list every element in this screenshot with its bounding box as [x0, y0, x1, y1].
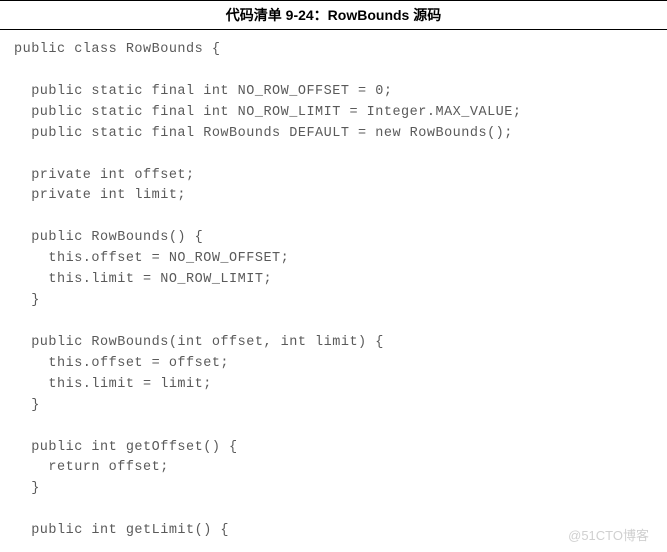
code-line: } — [14, 293, 40, 308]
code-line: this.limit = limit; — [14, 377, 212, 392]
listing-title: 代码清单 9-24：RowBounds 源码 — [0, 0, 667, 30]
code-line: this.offset = NO_ROW_OFFSET; — [14, 251, 289, 266]
code-line: this.offset = offset; — [14, 356, 229, 371]
code-line: public static final int NO_ROW_LIMIT = I… — [14, 105, 521, 120]
code-line: private int offset; — [14, 168, 195, 183]
code-line: private int limit; — [14, 188, 186, 203]
code-line: public int getLimit() { — [14, 523, 229, 538]
watermark: @51CTO博客 — [568, 525, 649, 544]
code-line: return offset; — [14, 460, 169, 475]
code-line: public static final int NO_ROW_OFFSET = … — [14, 84, 392, 99]
code-line: public class RowBounds { — [14, 42, 220, 57]
code-line: public static final RowBounds DEFAULT = … — [14, 126, 513, 141]
code-line: public RowBounds() { — [14, 230, 203, 245]
code-line: } — [14, 398, 40, 413]
code-line: this.limit = NO_ROW_LIMIT; — [14, 272, 272, 287]
code-block: public class RowBounds { public static f… — [0, 30, 667, 552]
code-line: public int getOffset() { — [14, 440, 238, 455]
code-line: } — [14, 481, 40, 496]
code-line: public RowBounds(int offset, int limit) … — [14, 335, 384, 350]
